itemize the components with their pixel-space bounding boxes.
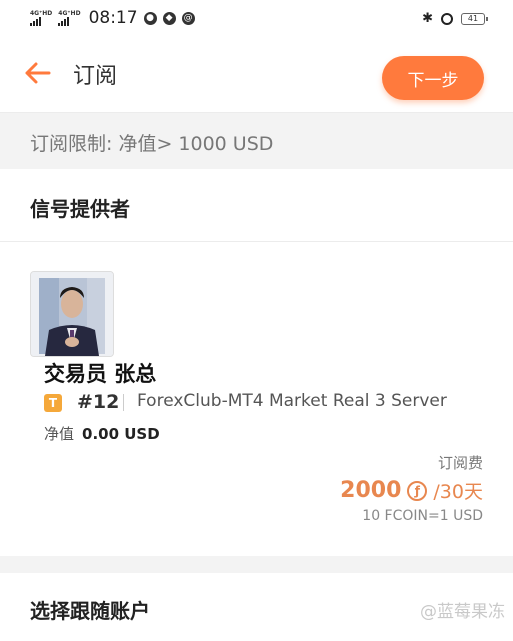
trader-avatar — [30, 271, 114, 357]
trader-name: 交易员 张总 — [44, 362, 157, 386]
fcoin-icon: ƒ — [407, 480, 428, 501]
equity-value: 0.00 USD — [82, 425, 160, 443]
subscription-fee-label: 订阅费 — [437, 454, 483, 472]
next-step-button[interactable]: 下一步 — [382, 56, 484, 100]
app-notification-icon: @ — [181, 11, 195, 25]
signal-indicator-1: 4G⁺HD — [30, 10, 52, 26]
section-gap — [0, 556, 513, 573]
subscription-limit-text: 订阅限制: 净值> 1000 USD — [30, 133, 274, 155]
equity-label: 净值 — [44, 425, 75, 443]
exchange-rate: 10 FCOIN=1 USD — [362, 508, 483, 524]
status-time: 08:17 — [88, 8, 138, 28]
select-follow-account-title: 选择跟随账户 — [30, 599, 150, 623]
signal-bars-icon — [58, 17, 70, 26]
wechat-icon: ● — [143, 11, 157, 25]
price-period: /30天 — [433, 481, 483, 503]
signal-indicator-2: 4G⁺HD — [58, 10, 81, 26]
signal-provider-title: 信号提供者 — [30, 197, 130, 221]
battery-icon: 41 — [461, 12, 488, 25]
price-amount: 2000 — [340, 478, 402, 503]
subscription-limit-banner: 订阅限制: 净值> 1000 USD — [0, 113, 513, 169]
subscription-price: 2000 ƒ /30天 — [340, 477, 483, 504]
server-name: ForexClub-MT4 Market Real 3 Server — [137, 391, 447, 411]
network-label-1: 4G⁺HD — [30, 10, 53, 17]
signal-bars-icon — [30, 17, 41, 26]
status-bar-right: ✱ 41 — [422, 11, 488, 26]
app-header: 订阅 下一步 — [0, 40, 513, 113]
status-bar: 4G⁺HD 4G⁺HD 08:17 ● ◆ @ ✱ 41 — [0, 0, 513, 40]
page-title: 订阅 — [73, 64, 118, 89]
trader-type-badge: T — [44, 394, 62, 412]
account-number: #12 — [77, 391, 120, 413]
divider-line — [123, 394, 124, 411]
trader-photo — [31, 272, 113, 356]
back-arrow-icon[interactable] — [22, 58, 52, 88]
compass-icon: ◆ — [162, 11, 176, 25]
bluetooth-icon: ✱ — [422, 11, 433, 26]
watermark-text: @蓝莓果冻 — [420, 602, 505, 622]
equity-row: 净值 0.00 USD — [44, 423, 160, 444]
network-label-2: 4G⁺HD — [58, 10, 81, 17]
section-divider — [0, 241, 513, 242]
status-bar-left: 4G⁺HD 4G⁺HD 08:17 ● ◆ @ — [30, 8, 195, 28]
alarm-icon — [441, 12, 453, 25]
